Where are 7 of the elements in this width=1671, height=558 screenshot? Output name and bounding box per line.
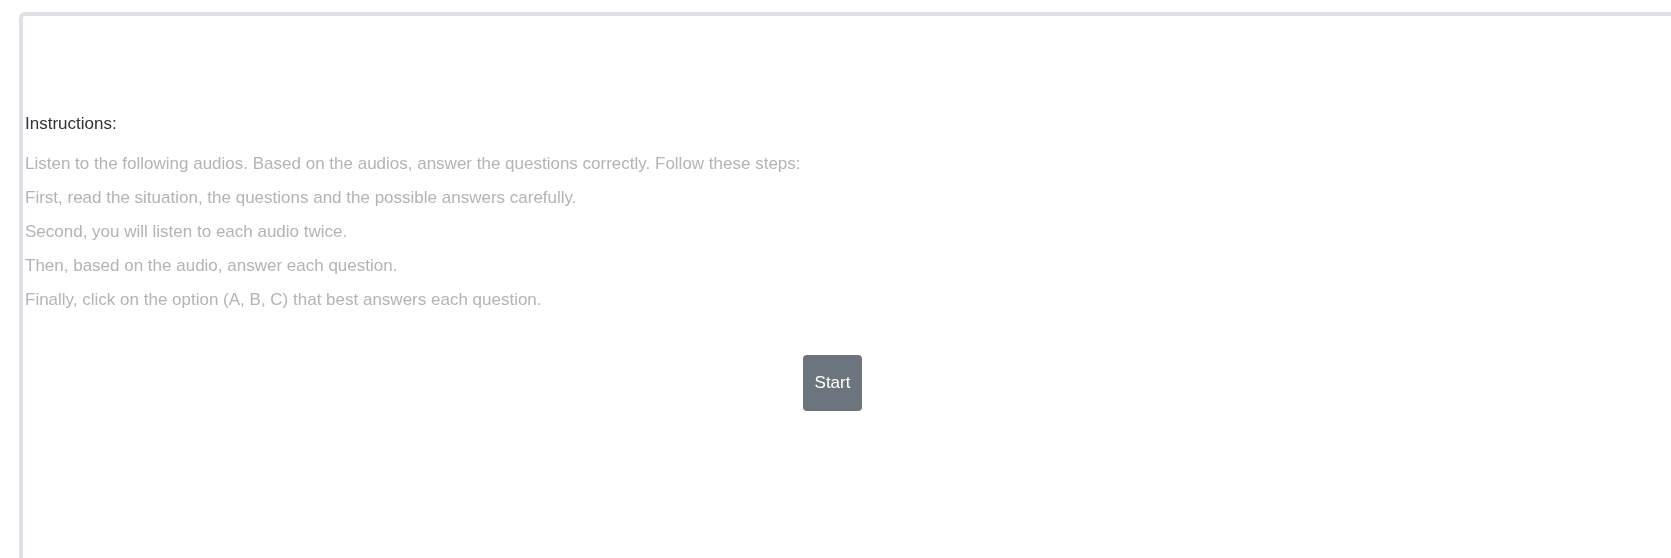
instruction-line: First, read the situation, the questions and the possible answers carefully. (25, 186, 577, 209)
instruction-line: Listen to the following audios. Based on the audios, answer the questions correctly. Follow these steps: (25, 152, 801, 175)
instruction-line: Finally, click on the option (A, B, C) that best answers each question. (25, 288, 542, 311)
instructions-heading: Instructions: (25, 113, 117, 135)
instruction-line: Then, based on the audio, answer each question. (25, 254, 398, 277)
start-button[interactable]: Start (802, 354, 863, 411)
instruction-line: Second, you will listen to each audio twice. (25, 220, 348, 243)
